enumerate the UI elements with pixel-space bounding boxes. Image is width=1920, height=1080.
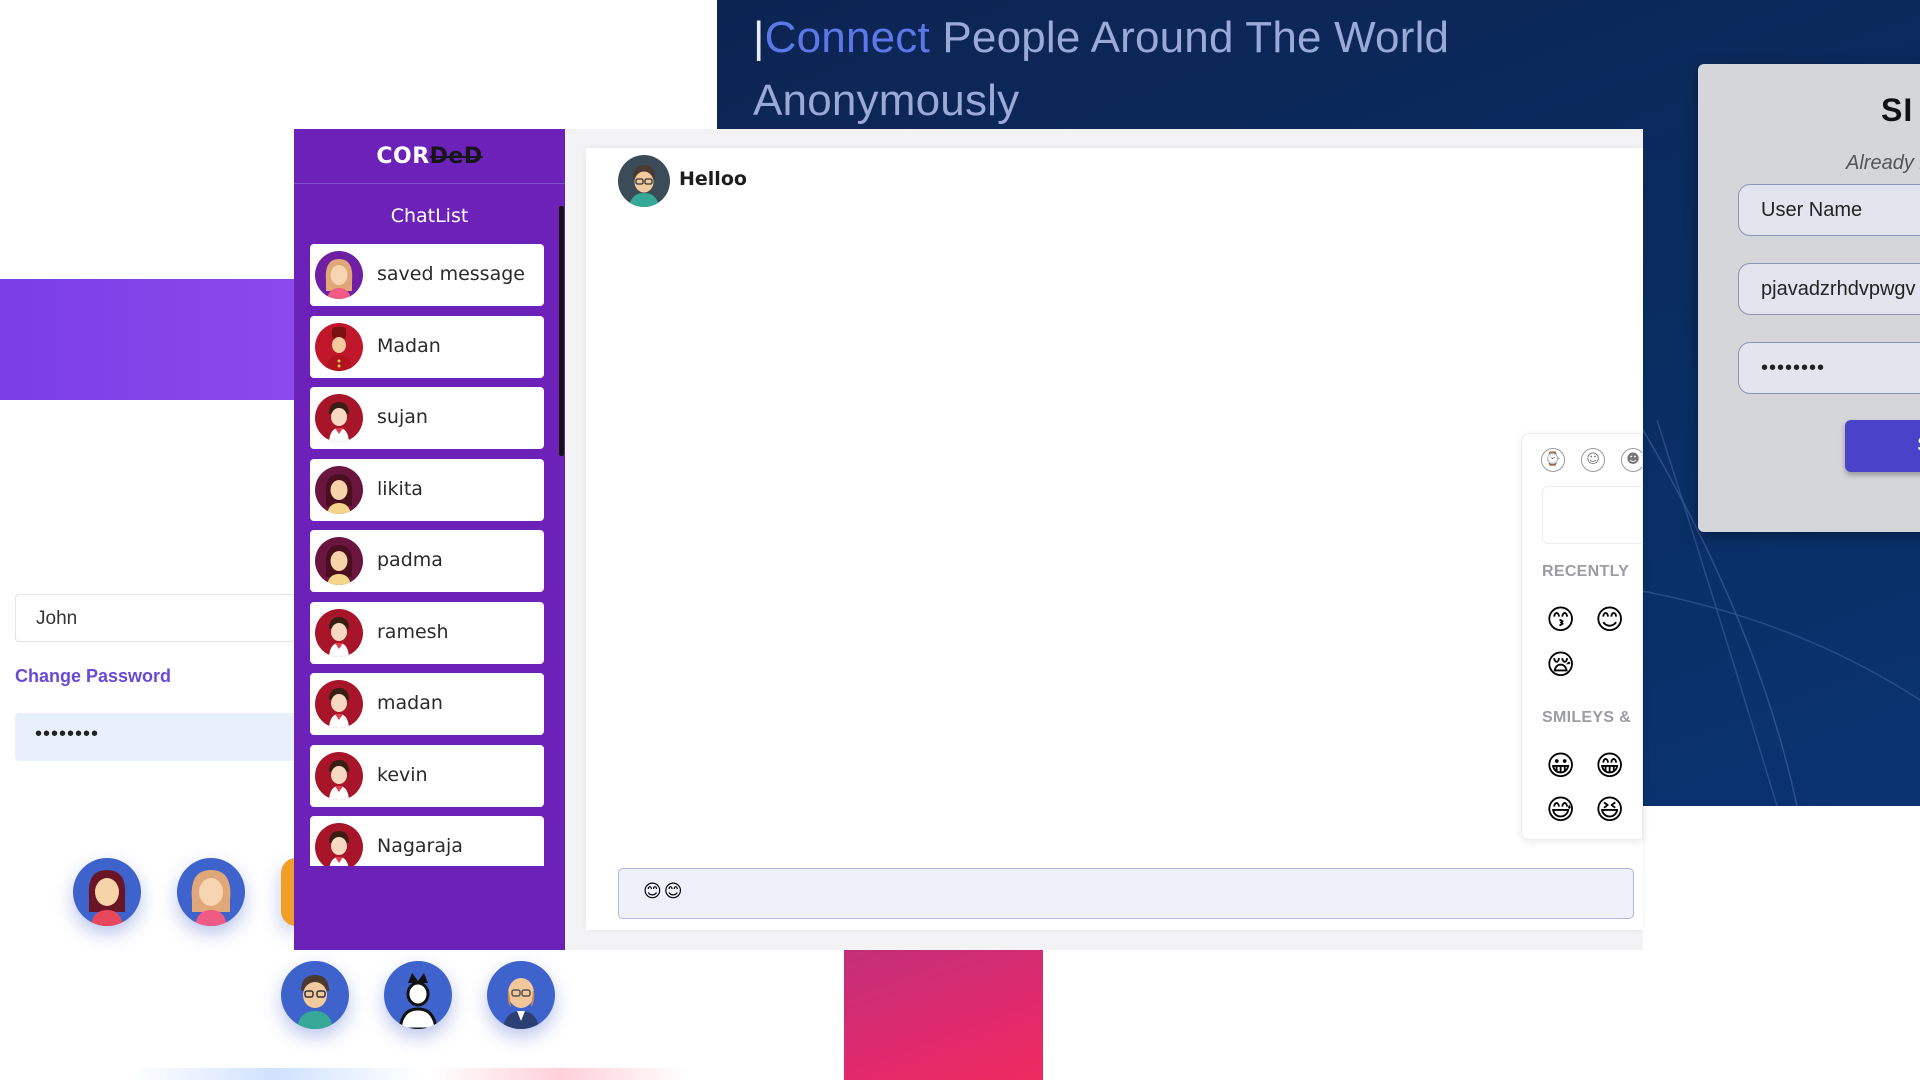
chatlist-scrollbar[interactable] — [559, 206, 564, 456]
password-field[interactable]: •••••••• — [1738, 342, 1920, 394]
signin-subtitle: Already r — [1846, 152, 1920, 174]
brand-text: COR — [376, 144, 430, 169]
boy-avatar-icon — [329, 760, 349, 800]
chat-pane — [586, 148, 1643, 930]
contact-avatar — [315, 251, 363, 299]
hero-title: |Connect People Around The World Anonymou… — [753, 6, 1513, 132]
contact-name: madan — [377, 692, 443, 714]
chat-contact-name: Helloo — [679, 168, 747, 190]
contact-item-likita[interactable]: likita — [310, 459, 544, 521]
contact-item-madan[interactable]: Madan — [310, 316, 544, 378]
contact-name: Madan — [377, 335, 441, 357]
decorative-glow — [430, 1068, 690, 1080]
emoji-option[interactable]: 😊 — [1595, 604, 1624, 636]
contact-name: kevin — [377, 764, 428, 786]
girl-avatar-icon — [325, 545, 353, 585]
screenshot-stage: |Connect People Around The World Anonymou… — [0, 0, 1920, 1080]
girl-avatar-icon — [88, 870, 126, 926]
glasses-man-avatar-icon — [629, 165, 659, 207]
emoji-category-smileys: SMILEYS & — [1542, 709, 1631, 726]
username-field[interactable]: User Name — [1738, 184, 1920, 236]
emoji-option[interactable]: 😙 — [1546, 604, 1575, 636]
contact-avatar — [315, 752, 363, 800]
avatar-option-bald-man[interactable] — [487, 961, 555, 1029]
contact-item-kevin[interactable]: kevin — [310, 745, 544, 807]
contact-name: saved message — [377, 263, 525, 285]
guard-avatar-icon — [325, 327, 353, 371]
emoji-option[interactable]: 😆 — [1595, 794, 1624, 826]
emoji-category-recent: RECENTLY — [1542, 563, 1630, 580]
contact-name: sujan — [377, 406, 428, 428]
contact-avatar — [315, 537, 363, 585]
profile-password-field[interactable]: •••••••• — [15, 713, 296, 761]
avatar-option-blonde-girl[interactable] — [177, 858, 245, 926]
contact-avatar — [315, 466, 363, 514]
typing-cursor: | — [753, 13, 765, 62]
avatar-option-girl[interactable] — [73, 858, 141, 926]
decorative-pink-panel — [844, 950, 1043, 1080]
contact-item-madan-2[interactable]: madan — [310, 673, 544, 735]
contact-name: ramesh — [377, 621, 449, 643]
emoji-option[interactable]: 😅 — [1546, 794, 1575, 826]
boy-avatar-icon — [329, 617, 349, 657]
chat-contact-avatar[interactable] — [618, 155, 670, 207]
contact-avatar — [315, 323, 363, 371]
chatlist-title: ChatList — [390, 205, 469, 227]
app-brand: CORDeD — [294, 129, 565, 184]
contact-item-saved-message[interactable]: saved message — [310, 244, 544, 306]
chatlist: saved message Madan sujan likita padma r… — [310, 244, 544, 866]
emoji-option[interactable]: 😀 — [1546, 750, 1575, 782]
emoji-picker: ⌚ ☺ ☻ RECENTLY 😙 😊 😪 SMILEYS & 😀 😁 😅 😆 — [1521, 433, 1643, 840]
hero-title-highlight: Connect — [764, 13, 930, 62]
signin-card: SI Already r User Name pjavadzrhdvpwgv •… — [1698, 64, 1920, 532]
boy-avatar-icon — [329, 831, 349, 866]
avatar-option-glasses-man[interactable] — [281, 961, 349, 1029]
profile-header-band — [0, 279, 296, 400]
contact-name: Nagaraja — [377, 835, 463, 857]
contact-avatar — [315, 823, 363, 866]
recent-icon[interactable]: ⌚ — [1541, 448, 1565, 472]
decorative-glow — [130, 1068, 420, 1080]
contact-item-ramesh[interactable]: ramesh — [310, 602, 544, 664]
message-input[interactable]: 😊😊 — [618, 868, 1634, 919]
glasses-man-avatar-icon — [297, 975, 333, 1029]
contact-avatar — [315, 609, 363, 657]
contact-name: likita — [377, 478, 423, 500]
boy-avatar-icon — [329, 402, 349, 442]
email-field[interactable]: pjavadzrhdvpwgv — [1738, 263, 1920, 315]
contact-item-sujan[interactable]: sujan — [310, 387, 544, 449]
signin-button[interactable]: S — [1845, 420, 1920, 472]
signin-title: SI — [1881, 92, 1914, 128]
people-icon[interactable]: ☻ — [1621, 448, 1642, 472]
hero-title-line2: Anonymously — [753, 76, 1020, 125]
avatar-option-king[interactable] — [384, 961, 452, 1029]
boy-avatar-icon — [329, 688, 349, 728]
contact-item-padma[interactable]: padma — [310, 530, 544, 592]
contact-avatar — [315, 394, 363, 442]
smileys-icon[interactable]: ☺ — [1581, 448, 1605, 472]
contact-name: padma — [377, 549, 443, 571]
change-password-link[interactable]: Change Password — [15, 666, 171, 687]
emoji-option[interactable]: 😁 — [1595, 750, 1624, 782]
blonde-girl-avatar-icon — [325, 259, 353, 299]
contact-avatar — [315, 680, 363, 728]
blonde-girl-avatar-icon — [191, 870, 231, 926]
girl-avatar-icon — [325, 474, 353, 514]
emoji-search-input[interactable] — [1542, 486, 1642, 544]
hero-title-rest: People Around The World — [929, 13, 1450, 62]
brand-struck-text: DeD — [429, 144, 483, 169]
name-field[interactable]: John — [15, 594, 296, 642]
emoji-option[interactable]: 😪 — [1546, 649, 1575, 681]
bald-man-avatar-icon — [503, 978, 539, 1029]
king-avatar-icon — [398, 973, 438, 1029]
contact-item-nagaraja[interactable]: Nagaraja — [310, 816, 544, 866]
